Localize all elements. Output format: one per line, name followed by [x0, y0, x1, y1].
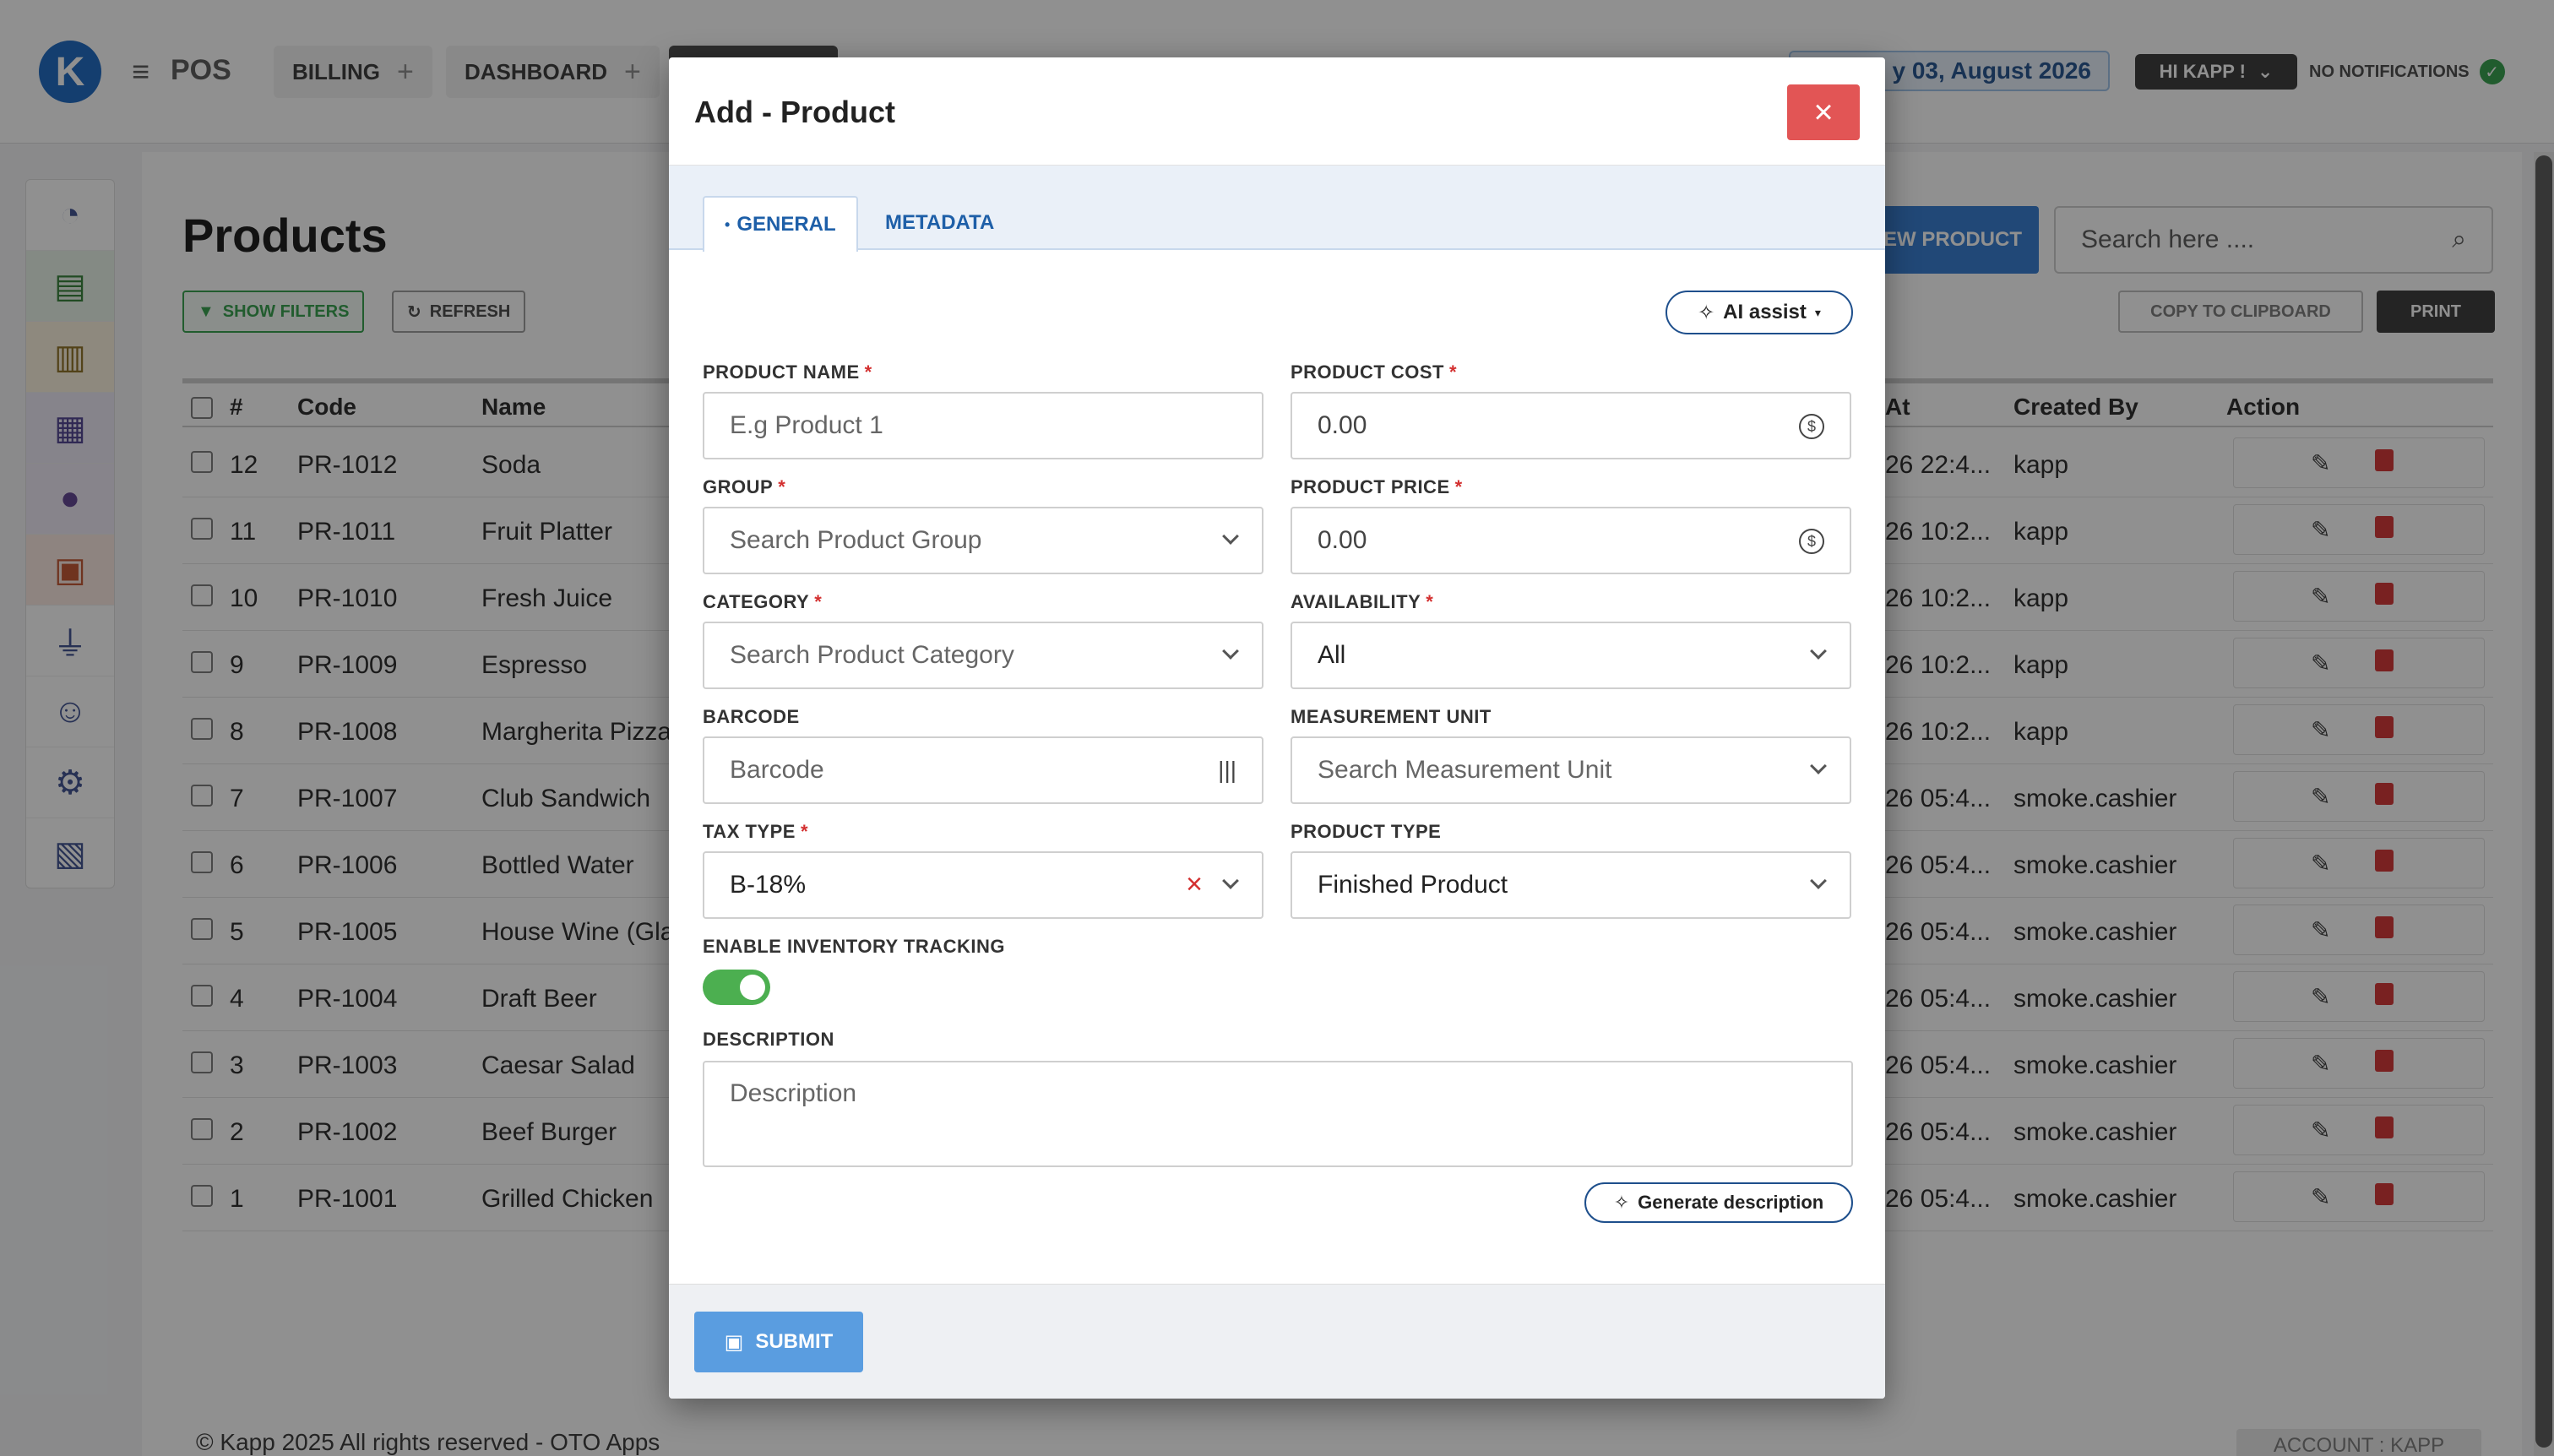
barcode-label: BARCODE	[703, 706, 800, 727]
chevron-down-icon	[1810, 872, 1827, 889]
chevron-down-icon	[1222, 643, 1239, 660]
product-price-input[interactable]: 0.00 $	[1291, 507, 1851, 574]
inventory-tracking-toggle[interactable]	[703, 970, 770, 1005]
availability-label: AVAILABILITY *	[1291, 591, 1434, 612]
description-label: DESCRIPTION	[703, 1029, 834, 1050]
availability-value: All	[1318, 641, 1346, 669]
clear-icon[interactable]: ×	[1186, 868, 1203, 901]
generate-description-label: Generate description	[1638, 1192, 1824, 1213]
tab-metadata-label: METADATA	[885, 211, 995, 234]
tab-metadata[interactable]: METADATA	[865, 196, 1014, 250]
close-button[interactable]: ×	[1787, 84, 1860, 140]
product-cost-input[interactable]: 0.00 $	[1291, 392, 1851, 459]
tax-type-select[interactable]: B-18% ×	[703, 851, 1263, 919]
caret-down-icon: ▾	[1814, 305, 1821, 319]
chevron-down-icon	[1810, 758, 1827, 774]
submit-label: SUBMIT	[755, 1330, 834, 1353]
product-name-placeholder: E.g Product 1	[730, 411, 883, 439]
product-type-select[interactable]: Finished Product	[1291, 851, 1851, 919]
modal-header: Add - Product ×	[669, 57, 1885, 166]
description-textarea[interactable]: Description	[703, 1061, 1853, 1167]
submit-button[interactable]: ▣ SUBMIT	[694, 1312, 863, 1372]
add-product-modal: Add - Product × • GENERAL METADATA ✧ AI …	[669, 57, 1885, 1399]
chevron-down-icon	[1222, 872, 1239, 889]
barcode-scan-icon[interactable]: |||	[1218, 757, 1236, 784]
measurement-unit-select[interactable]: Search Measurement Unit	[1291, 736, 1851, 804]
ai-assist-label: AI assist	[1723, 301, 1807, 323]
group-label: GROUP *	[703, 476, 786, 497]
modal-footer: ▣ SUBMIT	[669, 1284, 1885, 1399]
barcode-placeholder: Barcode	[730, 756, 824, 784]
product-price-label: PRODUCT PRICE *	[1291, 476, 1463, 497]
group-select[interactable]: Search Product Group	[703, 507, 1263, 574]
sparkle-icon: ✧	[1698, 301, 1715, 324]
category-select[interactable]: Search Product Category	[703, 622, 1263, 689]
product-cost-value: 0.00	[1318, 411, 1367, 439]
product-cost-label: PRODUCT COST *	[1291, 361, 1458, 383]
product-type-value: Finished Product	[1318, 871, 1508, 899]
availability-select[interactable]: All	[1291, 622, 1851, 689]
chevron-down-icon	[1222, 528, 1239, 545]
tab-general[interactable]: • GENERAL	[703, 196, 858, 252]
product-name-label: PRODUCT NAME *	[703, 361, 872, 383]
dollar-icon: $	[1799, 529, 1824, 554]
modal-title: Add - Product	[694, 95, 895, 129]
description-placeholder: Description	[730, 1079, 857, 1107]
generate-description-button[interactable]: ✧ Generate description	[1584, 1182, 1853, 1223]
category-placeholder: Search Product Category	[730, 641, 1014, 669]
dollar-icon: $	[1799, 414, 1824, 439]
tax-type-value: B-18%	[730, 871, 807, 899]
dot-icon: •	[725, 215, 731, 233]
product-name-input[interactable]: E.g Product 1	[703, 392, 1263, 459]
save-icon: ▣	[724, 1330, 744, 1354]
ai-assist-button[interactable]: ✧ AI assist ▾	[1666, 291, 1853, 334]
close-icon: ×	[1813, 93, 1834, 131]
product-type-label: PRODUCT TYPE	[1291, 821, 1442, 842]
category-label: CATEGORY *	[703, 591, 823, 612]
measurement-unit-label: MEASUREMENT UNIT	[1291, 706, 1492, 727]
modal-tabs: • GENERAL METADATA	[669, 166, 1885, 252]
tax-type-label: TAX TYPE *	[703, 821, 809, 842]
measurement-unit-placeholder: Search Measurement Unit	[1318, 756, 1612, 784]
chevron-down-icon	[1810, 643, 1827, 660]
sparkle-icon: ✧	[1613, 1192, 1630, 1213]
barcode-input[interactable]: Barcode |||	[703, 736, 1263, 804]
inventory-tracking-label: ENABLE INVENTORY TRACKING	[703, 936, 1006, 957]
tab-general-label: GENERAL	[736, 213, 836, 236]
group-placeholder: Search Product Group	[730, 526, 982, 554]
product-price-value: 0.00	[1318, 526, 1367, 554]
